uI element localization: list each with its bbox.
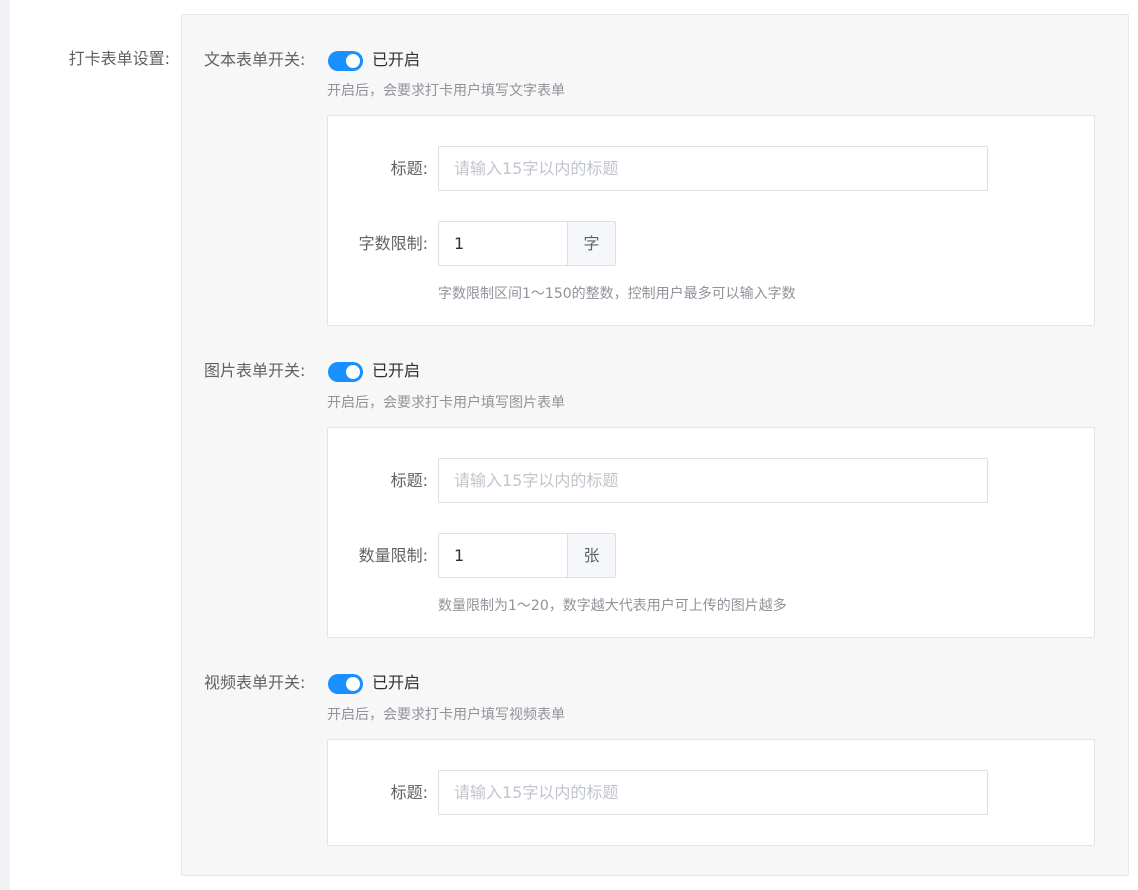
image-title-input[interactable] [438,458,988,503]
video-form-switch[interactable] [328,674,363,694]
image-title-label: 标题: [390,471,428,490]
text-form-switch-state: 已开启 [372,50,421,69]
switch-knob [346,54,360,68]
text-title-label: 标题: [390,159,428,178]
image-form-switch-state: 已开启 [372,361,421,380]
image-limit-unit: 张 [567,533,616,578]
image-form-switch[interactable] [328,362,363,382]
image-limit-input[interactable] [438,533,568,578]
text-form-switch-label: 文本表单开关: [204,50,306,69]
text-form-switch[interactable] [328,51,363,71]
form-settings-panel: 文本表单开关: 已开启 开启后，会要求打卡用户填写文字表单 标题: 字数限制: … [181,14,1129,876]
text-form-config-box: 标题: 字数限制: 字 字数限制区间1～150的整数，控制用户最多可以输入字数 [327,115,1095,326]
text-title-input[interactable] [438,146,988,191]
text-form-hint: 开启后，会要求打卡用户填写文字表单 [327,83,565,99]
video-form-hint: 开启后，会要求打卡用户填写视频表单 [327,707,565,723]
video-form-switch-label: 视频表单开关: [204,673,306,692]
image-form-hint: 开启后，会要求打卡用户填写图片表单 [327,395,565,411]
video-title-input[interactable] [438,770,988,815]
video-form-switch-state: 已开启 [372,673,421,692]
checkin-form-settings-label: 打卡表单设置: [68,49,170,68]
image-form-config-box: 标题: 数量限制: 张 数量限制为1～20，数字越大代表用户可上传的图片越多 [327,427,1095,638]
text-limit-label: 字数限制: [358,234,428,253]
image-limit-hint: 数量限制为1～20，数字越大代表用户可上传的图片越多 [438,598,787,614]
text-limit-unit: 字 [567,221,616,266]
image-form-switch-label: 图片表单开关: [204,361,306,380]
left-edge-strip [0,0,10,890]
video-form-config-box: 标题: [327,739,1095,846]
switch-knob [346,365,360,379]
switch-knob [346,677,360,691]
text-limit-hint: 字数限制区间1～150的整数，控制用户最多可以输入字数 [438,286,796,302]
text-limit-input[interactable] [438,221,568,266]
video-title-label: 标题: [390,783,428,802]
image-limit-label: 数量限制: [358,546,428,565]
